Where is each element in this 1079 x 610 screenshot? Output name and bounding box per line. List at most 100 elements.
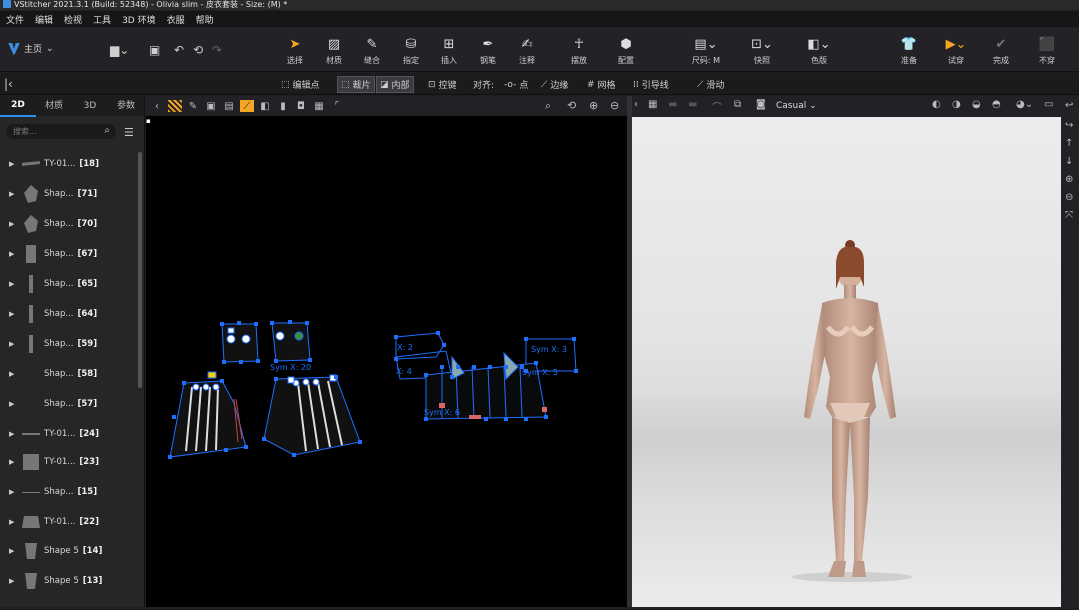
edit-points-button[interactable]: ⬚ 编辑点 [281,78,320,92]
list-item[interactable]: ▶ Shap... [71] [0,183,138,205]
expand-arrow-icon[interactable]: ▶ [9,340,17,348]
list-item[interactable]: ▶ Shap... [70] [0,213,138,235]
list-item[interactable]: ▶ Shap... [58] [0,363,138,385]
tool-size[interactable]: ▤⌄ 尺码: M [688,38,724,66]
half-view-icon[interactable]: ◧ [258,100,272,112]
info-view-icon[interactable]: ▮ [276,100,290,112]
list-item[interactable]: ▶ TY-01... [22] [0,511,138,533]
home-button[interactable]: 主页 ⌄ [8,42,54,55]
zoom-in-icon[interactable]: ⊕ [1065,174,1073,185]
snap-points-button[interactable]: -o- 点 [504,78,528,92]
tool-select[interactable]: ➤ 选择 [277,38,313,66]
tool-pen[interactable]: ✒ 钢笔 [470,38,506,66]
piece-view-icon[interactable]: ▣ [204,100,218,112]
list-item[interactable]: ▶ Shape 5 [14] [0,540,138,562]
arrow-down-icon[interactable]: ↓ [1065,156,1073,167]
tool-undress[interactable]: ⬛ 不穿 [1029,38,1065,66]
expand-arrow-icon[interactable]: ▶ [9,250,17,258]
tool-snapshot[interactable]: ⊡⌄ 快照 [744,38,780,66]
camera-icon[interactable]: ◙ [756,99,766,110]
list-item[interactable]: ▶ Shap... [67] [0,243,138,265]
return-icon[interactable]: ↩ [1065,100,1073,111]
tab-parameters[interactable]: 参数 [108,96,144,116]
save-icon[interactable]: ▣ [149,43,160,57]
tool-annotation[interactable]: ✍ 注释 [509,38,545,66]
stitch-view-icon[interactable]: ✎ [186,100,200,112]
controls-button[interactable]: ⊡ 控键 [428,78,457,92]
pattern-piece-jacket-cluster[interactable]: X: 2 X: 4 Sym X: 3 Sym X: 5 Sym X: 6 [394,331,578,421]
tab-3d[interactable]: 3D [72,96,108,116]
zoom-reset-icon[interactable]: ⟲ [567,99,576,112]
slide-button[interactable]: ⟋ 滑动 [697,78,724,92]
avatar-figure[interactable] [632,117,1061,607]
snap-grid-button[interactable]: # 网格 [587,78,616,92]
pattern-piece-skirt-left[interactable] [168,371,248,459]
avatar-view-icon[interactable]: ◑ [952,99,961,110]
arrow-up-icon[interactable]: ↑ [1065,138,1073,149]
layout-icon[interactable]: ▭ [1044,99,1053,110]
corner-view-icon[interactable]: ⌜ [330,100,344,112]
3d-scene[interactable] [632,117,1061,607]
snap-edges-button[interactable]: ⟋ 边缘 [541,78,568,92]
texture-toggle-icon[interactable] [168,100,182,112]
tab-materials[interactable]: 材质 [36,96,72,116]
menu-edit[interactable]: 编辑 [35,13,53,26]
list-item[interactable]: ▶ Shap... [57] [0,393,138,415]
floor-toggle-icon[interactable]: ▬ [668,99,677,110]
layers-toggle-icon[interactable]: ▬ [688,99,697,110]
history-icon[interactable]: ⟲ [193,43,203,57]
2d-pattern-window[interactable]: ‹ ✎ ▣ ▤ ⟋ ◧ ▮ ◘ ▦ ⌜ ⌕ ⟲ ⊕ ⊖ ▪ Sym X: 20 [146,96,627,607]
expand-arrow-icon[interactable]: ▶ [9,458,17,466]
zoom-out-icon[interactable]: ⊖ [610,99,619,112]
expand-arrow-icon[interactable]: ▶ [9,310,17,318]
search-icon[interactable]: ⌕ [104,125,110,136]
expand-arrow-icon[interactable]: ▶ [9,280,17,288]
stretch-icon[interactable]: ◓ [992,99,1001,110]
guides-button[interactable]: ⁞⁞ 引导线 [633,78,669,92]
pattern-piece-skirt-right[interactable] [262,374,362,457]
collapse-panel-icon[interactable]: |‹ [4,77,13,91]
3d-window[interactable]: ‹ ▦ ▬ ▬ ⌒ ⧉ ◙ Casual ⌄ ◐ ◑ ◒ ◓ ◕⌄ ▭ [632,96,1061,607]
layer-view-icon[interactable]: ▤ [222,100,236,112]
redo-icon[interactable]: ↷ [212,43,222,57]
list-item[interactable]: ▶ Shape 5 [13] [0,570,138,592]
pattern-piece-top-right[interactable]: Sym X: 20 [270,320,312,372]
highlight-view-icon[interactable]: ⟋ [240,100,254,112]
tool-try-on[interactable]: ▶⌄ 试穿 [938,38,974,66]
zoom-fit-icon[interactable]: ⌕ [545,99,551,113]
expand-arrow-icon[interactable]: ▶ [9,547,17,555]
menu-help[interactable]: 帮助 [196,13,214,26]
arc-icon[interactable]: ⌒ [712,99,722,114]
undo-icon[interactable]: ↶ [174,43,184,57]
chevron-left-icon[interactable]: ‹ [634,99,638,110]
scrollbar[interactable] [138,152,142,388]
search-input[interactable]: 搜索... ⌕ [6,124,116,139]
expand-arrow-icon[interactable]: ▶ [9,488,17,496]
pieces-button[interactable]: ⬚ 裁片 [337,76,375,93]
tool-config[interactable]: ⬢ 配置 [608,38,644,66]
tool-material[interactable]: ▨ 材质 [316,38,352,66]
tool-stitch[interactable]: ✎ 缝合 [354,38,390,66]
expand-arrow-icon[interactable]: ▶ [9,577,17,585]
expand-arrow-icon[interactable]: ▶ [9,160,17,168]
menu-garment[interactable]: 衣服 [167,13,185,26]
list-options-icon[interactable]: ☰ [124,126,134,139]
tool-insert[interactable]: ⊞ 插入 [431,38,467,66]
folder-icon[interactable]: ▆⌄ [110,43,129,57]
half-sphere-icon[interactable]: ◒ [972,99,981,110]
expand-arrow-icon[interactable]: ▶ [9,220,17,228]
expand-arrow-icon[interactable]: ▶ [9,518,17,526]
pattern-piece-top-left[interactable] [220,321,260,364]
environment-select[interactable]: Casual ⌄ [776,101,817,111]
menu-view[interactable]: 检视 [64,13,82,26]
list-item[interactable]: ▶ TY-01... [23] [0,451,138,473]
internal-button[interactable]: ◪ 内部 [376,76,414,93]
zoom-out-icon[interactable]: ⊖ [1065,192,1073,203]
expand-arrow-icon[interactable]: ▶ [9,190,17,198]
expand-arrow-icon[interactable]: ▶ [9,370,17,378]
list-item[interactable]: ▶ Shap... [64] [0,303,138,325]
expand-arrow-icon[interactable]: ▶ [9,430,17,438]
grid-toggle-icon[interactable]: ▦ [648,99,657,110]
list-item[interactable]: ▶ TY-01... [24] [0,423,138,445]
tool-assign[interactable]: ⛁ 指定 [393,38,429,66]
